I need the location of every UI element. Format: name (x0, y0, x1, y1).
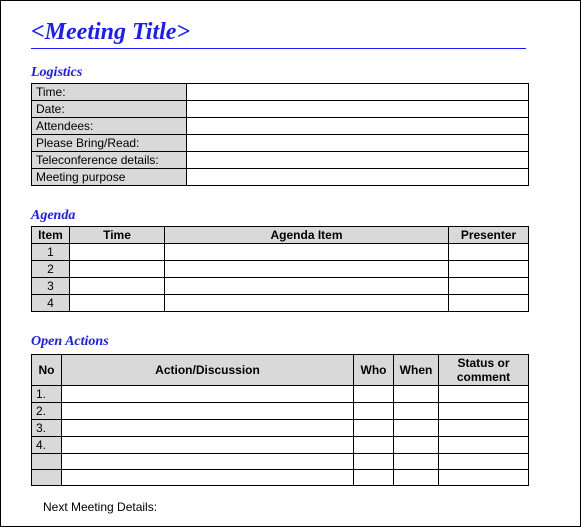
actions-who[interactable] (354, 420, 394, 437)
actions-col-no: No (32, 355, 62, 386)
agenda-item-no: 2 (32, 261, 70, 278)
agenda-time[interactable] (70, 261, 165, 278)
actions-row (32, 470, 529, 486)
agenda-row: 3 (32, 278, 529, 295)
actions-no: 3. (32, 420, 62, 437)
agenda-topic[interactable] (165, 295, 449, 312)
actions-no (32, 470, 62, 486)
title-wrap: <Meeting Title> (31, 19, 526, 49)
agenda-heading: Agenda (31, 208, 558, 224)
actions-row (32, 454, 529, 470)
actions-action[interactable] (62, 454, 354, 470)
actions-when[interactable] (394, 437, 439, 454)
actions-col-action: Action/Discussion (62, 355, 354, 386)
actions-row: 3. (32, 420, 529, 437)
logistics-value[interactable] (187, 101, 529, 118)
logistics-label: Teleconference details: (32, 152, 187, 169)
logistics-label: Attendees: (32, 118, 187, 135)
actions-status[interactable] (439, 386, 529, 403)
logistics-value[interactable] (187, 135, 529, 152)
logistics-heading: Logistics (31, 65, 558, 81)
logistics-value[interactable] (187, 169, 529, 186)
actions-when[interactable] (394, 386, 439, 403)
page: <Meeting Title> Logistics Time: Date: At… (0, 0, 581, 527)
actions-when[interactable] (394, 454, 439, 470)
actions-col-status: Status or comment (439, 355, 529, 386)
logistics-row: Teleconference details: (32, 152, 529, 169)
logistics-row: Date: (32, 101, 529, 118)
actions-no (32, 454, 62, 470)
actions-status[interactable] (439, 403, 529, 420)
agenda-col-presenter: Presenter (449, 227, 529, 244)
actions-action[interactable] (62, 386, 354, 403)
actions-row: 2. (32, 403, 529, 420)
actions-col-who: Who (354, 355, 394, 386)
agenda-item-no: 4 (32, 295, 70, 312)
agenda-presenter[interactable] (449, 244, 529, 261)
logistics-row: Time: (32, 84, 529, 101)
actions-status[interactable] (439, 470, 529, 486)
agenda-topic[interactable] (165, 261, 449, 278)
agenda-presenter[interactable] (449, 278, 529, 295)
agenda-presenter[interactable] (449, 295, 529, 312)
actions-header-row: No Action/Discussion Who When Status or … (32, 355, 529, 386)
actions-who[interactable] (354, 437, 394, 454)
actions-when[interactable] (394, 470, 439, 486)
actions-no: 4. (32, 437, 62, 454)
actions-who[interactable] (354, 470, 394, 486)
agenda-presenter[interactable] (449, 261, 529, 278)
logistics-label: Meeting purpose (32, 169, 187, 186)
actions-who[interactable] (354, 403, 394, 420)
actions-who[interactable] (354, 454, 394, 470)
logistics-value[interactable] (187, 152, 529, 169)
agenda-col-time: Time (70, 227, 165, 244)
actions-no: 2. (32, 403, 62, 420)
agenda-row: 1 (32, 244, 529, 261)
logistics-row: Please Bring/Read: (32, 135, 529, 152)
actions-status[interactable] (439, 420, 529, 437)
agenda-item-no: 1 (32, 244, 70, 261)
agenda-col-topic: Agenda Item (165, 227, 449, 244)
actions-status[interactable] (439, 437, 529, 454)
next-meeting-label: Next Meeting Details: (43, 500, 558, 514)
actions-who[interactable] (354, 386, 394, 403)
agenda-row: 4 (32, 295, 529, 312)
actions-action[interactable] (62, 437, 354, 454)
actions-status[interactable] (439, 454, 529, 470)
agenda-row: 2 (32, 261, 529, 278)
agenda-topic[interactable] (165, 244, 449, 261)
actions-when[interactable] (394, 403, 439, 420)
logistics-value[interactable] (187, 118, 529, 135)
actions-action[interactable] (62, 403, 354, 420)
actions-row: 1. (32, 386, 529, 403)
agenda-time[interactable] (70, 244, 165, 261)
actions-action[interactable] (62, 470, 354, 486)
actions-heading: Open Actions (31, 334, 558, 350)
agenda-time[interactable] (70, 278, 165, 295)
logistics-value[interactable] (187, 84, 529, 101)
actions-action[interactable] (62, 420, 354, 437)
actions-table: No Action/Discussion Who When Status or … (31, 354, 529, 486)
actions-when[interactable] (394, 420, 439, 437)
actions-no: 1. (32, 386, 62, 403)
logistics-label: Time: (32, 84, 187, 101)
logistics-row: Meeting purpose (32, 169, 529, 186)
agenda-topic[interactable] (165, 278, 449, 295)
meeting-title: <Meeting Title> (31, 19, 190, 45)
agenda-header-row: Item Time Agenda Item Presenter (32, 227, 529, 244)
actions-col-when: When (394, 355, 439, 386)
logistics-label: Please Bring/Read: (32, 135, 187, 152)
agenda-table: Item Time Agenda Item Presenter 1 2 3 4 (31, 226, 529, 312)
logistics-table: Time: Date: Attendees: Please Bring/Read… (31, 83, 529, 186)
logistics-row: Attendees: (32, 118, 529, 135)
agenda-item-no: 3 (32, 278, 70, 295)
agenda-col-item: Item (32, 227, 70, 244)
logistics-label: Date: (32, 101, 187, 118)
agenda-time[interactable] (70, 295, 165, 312)
actions-row: 4. (32, 437, 529, 454)
